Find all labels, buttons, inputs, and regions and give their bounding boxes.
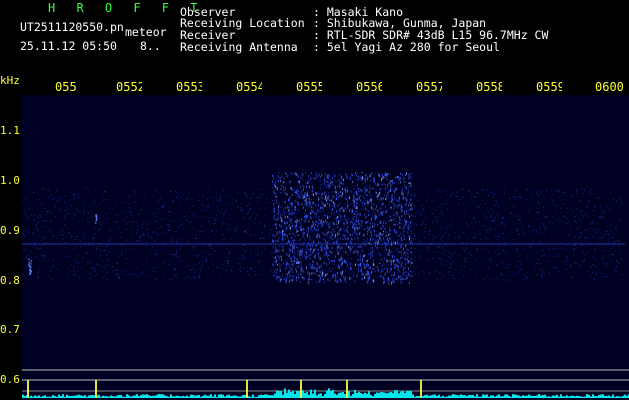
observation-datetime: 25.11.12 05:50 [20,39,117,53]
frequency-unit: kHz [0,74,20,87]
antenna-label: Receiving Antenna [180,40,298,54]
time-tick: 0556 [356,80,382,94]
time-tick: 055 [55,80,77,94]
datetime-extra: 8.. [140,39,161,53]
freq-tick: 1.1 [0,124,20,137]
time-tick: 0559 [536,80,562,94]
time-tick: 0552 [116,80,142,94]
time-tick: 0600 [595,80,624,94]
time-tick: 0555 [296,80,322,94]
freq-tick: 1.0 [0,174,20,187]
time-tick: 0554 [236,80,262,94]
time-tick: 0558 [476,80,502,94]
freq-tick: 0.9 [0,224,20,237]
freq-tick: 0.8 [0,274,20,287]
time-tick: 0557 [416,80,442,94]
observation-kind: meteor [125,25,167,39]
spectrogram-canvas [22,95,629,400]
spectrogram-background [22,95,629,400]
freq-tick: 0.7 [0,323,20,336]
antenna-value: : 5el Yagi Az 280 for Seoul [313,40,500,54]
freq-tick: 0.6 [0,373,20,386]
time-tick: 0553 [176,80,202,94]
file-name: UT2511120550.pn [20,20,124,34]
